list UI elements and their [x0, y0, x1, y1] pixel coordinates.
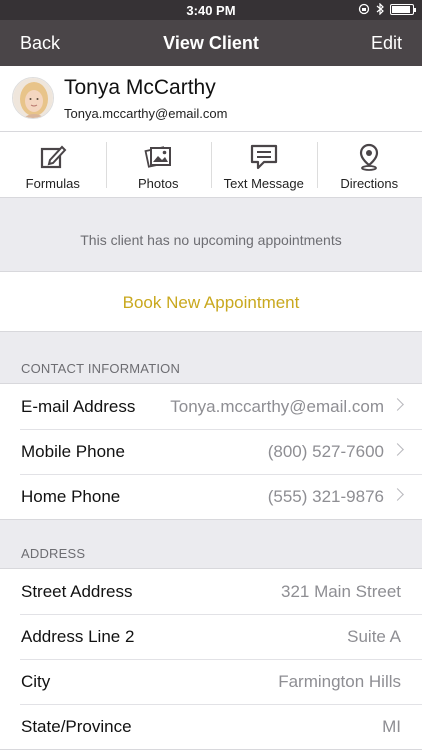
battery-icon	[390, 3, 416, 15]
photos-label: Photos	[138, 176, 179, 191]
address-group: Street Address 321 Main Street Address L…	[0, 568, 422, 750]
message-icon	[250, 144, 277, 170]
client-header: Tonya McCarthy Tonya.mccarthy@email.com	[0, 66, 422, 132]
state-province-row: State/Province MI	[0, 704, 422, 749]
address-section-header: ADDRESS	[21, 546, 86, 561]
formulas-label: Formulas	[25, 176, 80, 191]
email-value: Tonya.mccarthy@email.com	[170, 397, 384, 416]
street-address-label: Street Address	[21, 582, 133, 601]
city-label: City	[21, 672, 51, 691]
address-line-2-value: Suite A	[347, 627, 401, 646]
mobile-phone-row[interactable]: Mobile Phone (800) 527-7600	[0, 429, 422, 474]
address-line-2-label: Address Line 2	[21, 627, 135, 646]
photos-button[interactable]: Photos	[105, 132, 212, 197]
edit-icon	[40, 145, 67, 169]
directions-label: Directions	[340, 176, 399, 191]
text-message-button[interactable]: Text Message	[211, 132, 317, 197]
chevron-right-icon	[391, 443, 404, 456]
text-message-label: Text Message	[223, 176, 304, 191]
formulas-button[interactable]: Formulas	[0, 132, 106, 197]
home-phone-value: (555) 321-9876	[267, 487, 384, 506]
contact-info-group: E-mail Address Tonya.mccarthy@email.com …	[0, 383, 422, 520]
edit-button[interactable]: Edit	[371, 33, 402, 54]
mobile-phone-label: Mobile Phone	[21, 442, 125, 461]
state-province-label: State/Province	[21, 717, 132, 736]
status-bar: 3:40 PM	[0, 0, 422, 20]
street-address-row: Street Address 321 Main Street	[0, 569, 422, 614]
directions-button[interactable]: Directions	[316, 132, 422, 197]
rotation-lock-icon	[358, 3, 370, 15]
book-appointment-button[interactable]: Book New Appointment	[0, 271, 422, 332]
street-address-value: 321 Main Street	[280, 582, 401, 601]
photos-icon	[144, 146, 172, 168]
contact-section-header: CONTACT INFORMATION	[21, 361, 181, 376]
state-province-value: MI	[382, 717, 401, 736]
chevron-right-icon	[391, 488, 404, 501]
client-name: Tonya McCarthy	[64, 76, 216, 99]
mobile-phone-value: (800) 527-7600	[267, 442, 384, 461]
home-phone-label: Home Phone	[21, 487, 121, 506]
client-email: Tonya.mccarthy@email.com	[64, 106, 228, 121]
action-bar: Formulas Photos Text Message Directions	[0, 132, 422, 198]
email-label: E-mail Address	[21, 397, 136, 416]
address-line-2-row: Address Line 2 Suite A	[0, 614, 422, 659]
back-button[interactable]: Back	[20, 33, 60, 54]
home-phone-row[interactable]: Home Phone (555) 321-9876	[0, 474, 422, 519]
email-row[interactable]: E-mail Address Tonya.mccarthy@email.com	[0, 384, 422, 429]
city-value: Farmington Hills	[278, 672, 401, 691]
navigation-bar: Back View Client Edit	[0, 20, 422, 66]
location-pin-icon	[360, 143, 379, 171]
no-appointments-message: This client has no upcoming appointments	[0, 199, 422, 271]
chevron-right-icon	[391, 398, 404, 411]
city-row: City Farmington Hills	[0, 659, 422, 704]
avatar	[12, 77, 54, 119]
page-title: View Client	[163, 33, 259, 53]
bluetooth-icon	[376, 3, 384, 15]
